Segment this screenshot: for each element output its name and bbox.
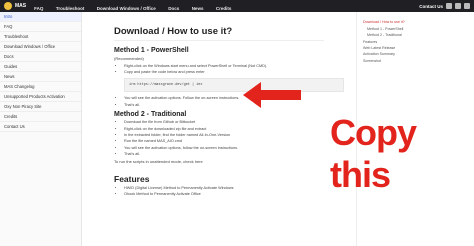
method1-steps: Right-click on the Windows start menu an… <box>114 64 324 74</box>
method2-steps: Download the file from Github or Bitbuck… <box>114 120 324 156</box>
nav-faq[interactable]: FAQ <box>34 6 43 11</box>
main-content: Download / How to use it? Method 1 - Pow… <box>82 12 356 246</box>
unattended-note[interactable]: To run the scripts in unattended mode, c… <box>114 159 324 164</box>
toc-item[interactable]: Method 1 - PowerShell <box>363 27 468 31</box>
search-icon[interactable] <box>464 3 470 9</box>
powershell-code-block[interactable]: irm https://massgrave.dev/get | iex <box>124 78 344 93</box>
brand-name[interactable]: MAS <box>15 3 26 9</box>
sidebar-item-news[interactable]: News <box>0 72 81 82</box>
sidebar-item-changelog[interactable]: MAS Changelog <box>0 82 81 92</box>
discord-icon[interactable] <box>455 3 461 9</box>
sidebar-item-intro[interactable]: Intro <box>0 12 81 22</box>
method1-recommended: (Recommended) <box>114 56 144 61</box>
nav-credits[interactable]: Credits <box>216 6 232 11</box>
sidebar-item-oxy[interactable]: Oxy Non Piracy Site <box>0 102 81 112</box>
red-arrow-icon <box>243 82 301 108</box>
list-item: Run the file named MAS_AIO.cmd <box>124 139 324 143</box>
nav-troubleshoot[interactable]: Troubleshoot <box>56 6 85 11</box>
features-list: HWID (Digital License) Method to Permane… <box>114 186 324 196</box>
features-heading: Features <box>114 173 150 184</box>
list-item: That's all. <box>124 152 324 156</box>
toc-item[interactable]: Screenshot <box>363 59 468 63</box>
method2-heading: Method 2 - Traditional <box>114 110 187 118</box>
method1-heading: Method 1 - PowerShell <box>114 47 189 54</box>
toc-item[interactable]: Features <box>363 40 468 44</box>
topbar-right: Contact Us <box>419 0 470 12</box>
list-item: Copy and paste the code below and press … <box>124 70 324 74</box>
toc-item[interactable]: Download / How to use it? <box>363 20 468 24</box>
sidebar-item-unsupported[interactable]: Unsupported Products Activation <box>0 92 81 102</box>
github-icon[interactable] <box>446 3 452 9</box>
sidebar-item-download[interactable]: Download Windows / Office <box>0 42 81 52</box>
toc-item[interactable]: Activation Summary <box>363 52 468 56</box>
page-title: Download / How to use it? <box>114 26 324 41</box>
sidebar-item-faq[interactable]: FAQ <box>0 22 81 32</box>
contact-us-link[interactable]: Contact Us <box>419 4 443 9</box>
top-navbar: MAS FAQ Troubleshoot Download Windows / … <box>0 0 474 12</box>
list-item: In the extracted folder, find the folder… <box>124 133 324 137</box>
nav-download[interactable]: Download Windows / Office <box>97 6 156 11</box>
mas-logo-icon[interactable] <box>4 2 12 10</box>
sidebar-item-contact[interactable]: Contact Us <box>0 122 81 132</box>
sidebar-item-credits[interactable]: Credits <box>0 112 81 122</box>
list-item: You will see the activation options, fol… <box>124 146 324 150</box>
list-item: Ohook Method to Permanently Activate Off… <box>124 192 324 196</box>
nav-docs[interactable]: Docs <box>168 6 179 11</box>
sidebar-item-troubleshoot[interactable]: Troubleshoot <box>0 32 81 42</box>
sidebar: Intro FAQ Troubleshoot Download Windows … <box>0 12 82 246</box>
list-item: HWID (Digital License) Method to Permane… <box>124 186 324 190</box>
nav-news[interactable]: News <box>192 6 204 11</box>
sidebar-item-guides[interactable]: Guides <box>0 62 81 72</box>
list-item: Download the file from Github or Bitbuck… <box>124 120 324 124</box>
toc-item[interactable]: Web Latest Release <box>363 46 468 50</box>
sidebar-item-docs[interactable]: Docs <box>0 52 81 62</box>
list-item: Right-click on the downloaded zip file a… <box>124 127 324 131</box>
toc-item[interactable]: Method 2 - Traditional <box>363 33 468 37</box>
list-item: Right-click on the Windows start menu an… <box>124 64 324 68</box>
copy-this-annotation: Copy this <box>330 112 417 195</box>
